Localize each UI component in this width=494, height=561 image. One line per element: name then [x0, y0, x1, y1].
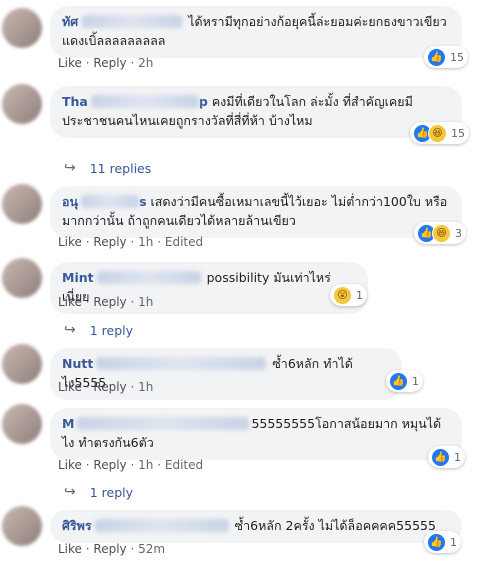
separator: · — [85, 235, 90, 249]
separator: · — [85, 542, 90, 556]
like-link[interactable]: Like — [58, 56, 82, 70]
separator: · — [130, 295, 135, 309]
like-link[interactable]: Like — [58, 458, 82, 472]
reply-arrow-icon: ↪ — [64, 160, 76, 176]
comment-author[interactable]: Tha — [62, 94, 88, 109]
haha-icon: 😆 — [432, 223, 451, 243]
reaction-count: 15 — [450, 50, 464, 64]
reaction-summary[interactable]: 👍 1 — [386, 370, 423, 392]
separator: · — [130, 380, 135, 394]
comment-actions: Like · Reply · 1h · Edited — [58, 458, 203, 472]
comment-bubble: ทัศ ได้หรามีทุกอย่างก้อยุคนี้ล่ะยอมค่ะยกธ… — [50, 6, 462, 58]
reply-link[interactable]: Reply — [93, 542, 126, 556]
separator: · — [85, 458, 90, 472]
comment-time[interactable]: 52m — [138, 542, 165, 556]
comment-author[interactable]: Mint — [62, 270, 94, 285]
comment-time[interactable]: 1h — [138, 380, 153, 394]
view-replies[interactable]: ↪ 1 reply — [64, 484, 133, 500]
avatar[interactable] — [2, 84, 42, 124]
reaction-count: 1 — [450, 535, 457, 549]
reaction-count: 15 — [451, 126, 465, 140]
avatar[interactable] — [2, 344, 42, 384]
reaction-summary[interactable]: 👍 😆 15 — [410, 122, 469, 144]
comment-time[interactable]: 1h — [138, 235, 153, 249]
edited-label[interactable]: Edited — [165, 458, 203, 472]
separator: · — [130, 235, 135, 249]
replies-count[interactable]: 1 reply — [90, 485, 133, 500]
like-link[interactable]: Like — [58, 235, 82, 249]
redacted-name — [94, 519, 229, 532]
reaction-summary[interactable]: 😮 1 — [330, 284, 367, 306]
separator: · — [157, 235, 162, 249]
comment-time[interactable]: 2h — [138, 56, 153, 70]
separator: · — [85, 295, 90, 309]
comment-time[interactable]: 1h — [138, 295, 153, 309]
reply-arrow-icon: ↪ — [64, 484, 76, 500]
comment-author[interactable]: ทัศ — [62, 14, 78, 29]
wow-icon: 😮 — [333, 285, 352, 305]
separator: · — [130, 56, 135, 70]
redacted-name — [81, 195, 140, 208]
redacted-name — [77, 417, 250, 430]
like-icon: 👍 — [427, 47, 446, 67]
separator: · — [130, 542, 135, 556]
replies-count[interactable]: 1 reply — [90, 323, 133, 338]
reaction-summary[interactable]: 👍 1 — [428, 446, 465, 468]
reaction-summary[interactable]: 👍 1 — [424, 531, 461, 553]
haha-icon: 😆 — [428, 123, 447, 143]
reply-link[interactable]: Reply — [93, 458, 126, 472]
reply-link[interactable]: Reply — [93, 380, 126, 394]
separator: · — [130, 458, 135, 472]
like-icon: 👍 — [389, 371, 408, 391]
comment-actions: Like · Reply · 1h — [58, 295, 153, 309]
comment-actions: Like · Reply · 1h · Edited — [58, 235, 203, 249]
reaction-count: 1 — [356, 288, 363, 302]
avatar[interactable] — [2, 8, 42, 48]
redacted-name — [96, 271, 201, 284]
reaction-summary[interactable]: 👍 😆 3 — [414, 222, 466, 244]
comment-author-tail[interactable]: p — [199, 94, 208, 109]
avatar[interactable] — [2, 404, 42, 444]
comment-author[interactable]: อนุ — [62, 194, 78, 209]
separator: · — [85, 56, 90, 70]
view-replies[interactable]: ↪ 1 reply — [64, 322, 133, 338]
like-icon: 👍 — [431, 447, 450, 467]
separator: · — [85, 380, 90, 394]
comment-actions: Like · Reply · 1h — [58, 380, 153, 394]
comment-author[interactable]: M — [62, 416, 74, 431]
like-icon: 👍 — [427, 532, 446, 552]
reaction-count: 1 — [412, 374, 419, 388]
redacted-name — [96, 357, 267, 370]
separator: · — [157, 458, 162, 472]
comment-actions: Like · Reply · 52m — [58, 542, 165, 556]
redacted-name — [90, 95, 199, 108]
view-replies[interactable]: ↪ 11 replies — [64, 160, 151, 176]
reaction-count: 3 — [455, 226, 462, 240]
reaction-summary[interactable]: 👍 15 — [424, 46, 468, 68]
reply-link[interactable]: Reply — [93, 56, 126, 70]
avatar[interactable] — [2, 184, 42, 224]
comment-text: ซ้ำ6หลัก 2ครั้ง ไม่ได้ล็อคคคค55555 — [234, 518, 436, 533]
reply-link[interactable]: Reply — [93, 235, 126, 249]
redacted-name — [82, 15, 183, 28]
comment-bubble: อนุ s เสดงว่ามีคนซื้อเหมาเลขนี้ไว้เยอะ ไม… — [50, 186, 462, 238]
avatar[interactable] — [2, 258, 42, 298]
like-link[interactable]: Like — [58, 295, 82, 309]
comment-author[interactable]: Nutt — [62, 356, 93, 371]
reaction-count: 1 — [454, 450, 461, 464]
edited-label[interactable]: Edited — [165, 235, 203, 249]
comment-actions: Like · Reply · 2h — [58, 56, 153, 70]
comment-time[interactable]: 1h — [138, 458, 153, 472]
comment-bubble: Tha p คงมีที่เดียวในโลก ล่ะมั้ง ที่สำคัญเ… — [50, 86, 462, 138]
replies-count[interactable]: 11 replies — [90, 161, 152, 176]
like-link[interactable]: Like — [58, 542, 82, 556]
comment-author-tail[interactable]: s — [139, 194, 146, 209]
comment-bubble: M 55555555โอกาสน้อยมาก หมุนได้ไง ทำตรงกัน… — [50, 408, 462, 460]
reply-arrow-icon: ↪ — [64, 322, 76, 338]
like-link[interactable]: Like — [58, 380, 82, 394]
comment-author[interactable]: ศิริพร — [62, 518, 92, 533]
comment-bubble: ศิริพร ซ้ำ6หลัก 2ครั้ง ไม่ได้ล็อคคคค55555 — [50, 510, 462, 543]
reply-link[interactable]: Reply — [93, 295, 126, 309]
avatar[interactable] — [2, 506, 42, 546]
